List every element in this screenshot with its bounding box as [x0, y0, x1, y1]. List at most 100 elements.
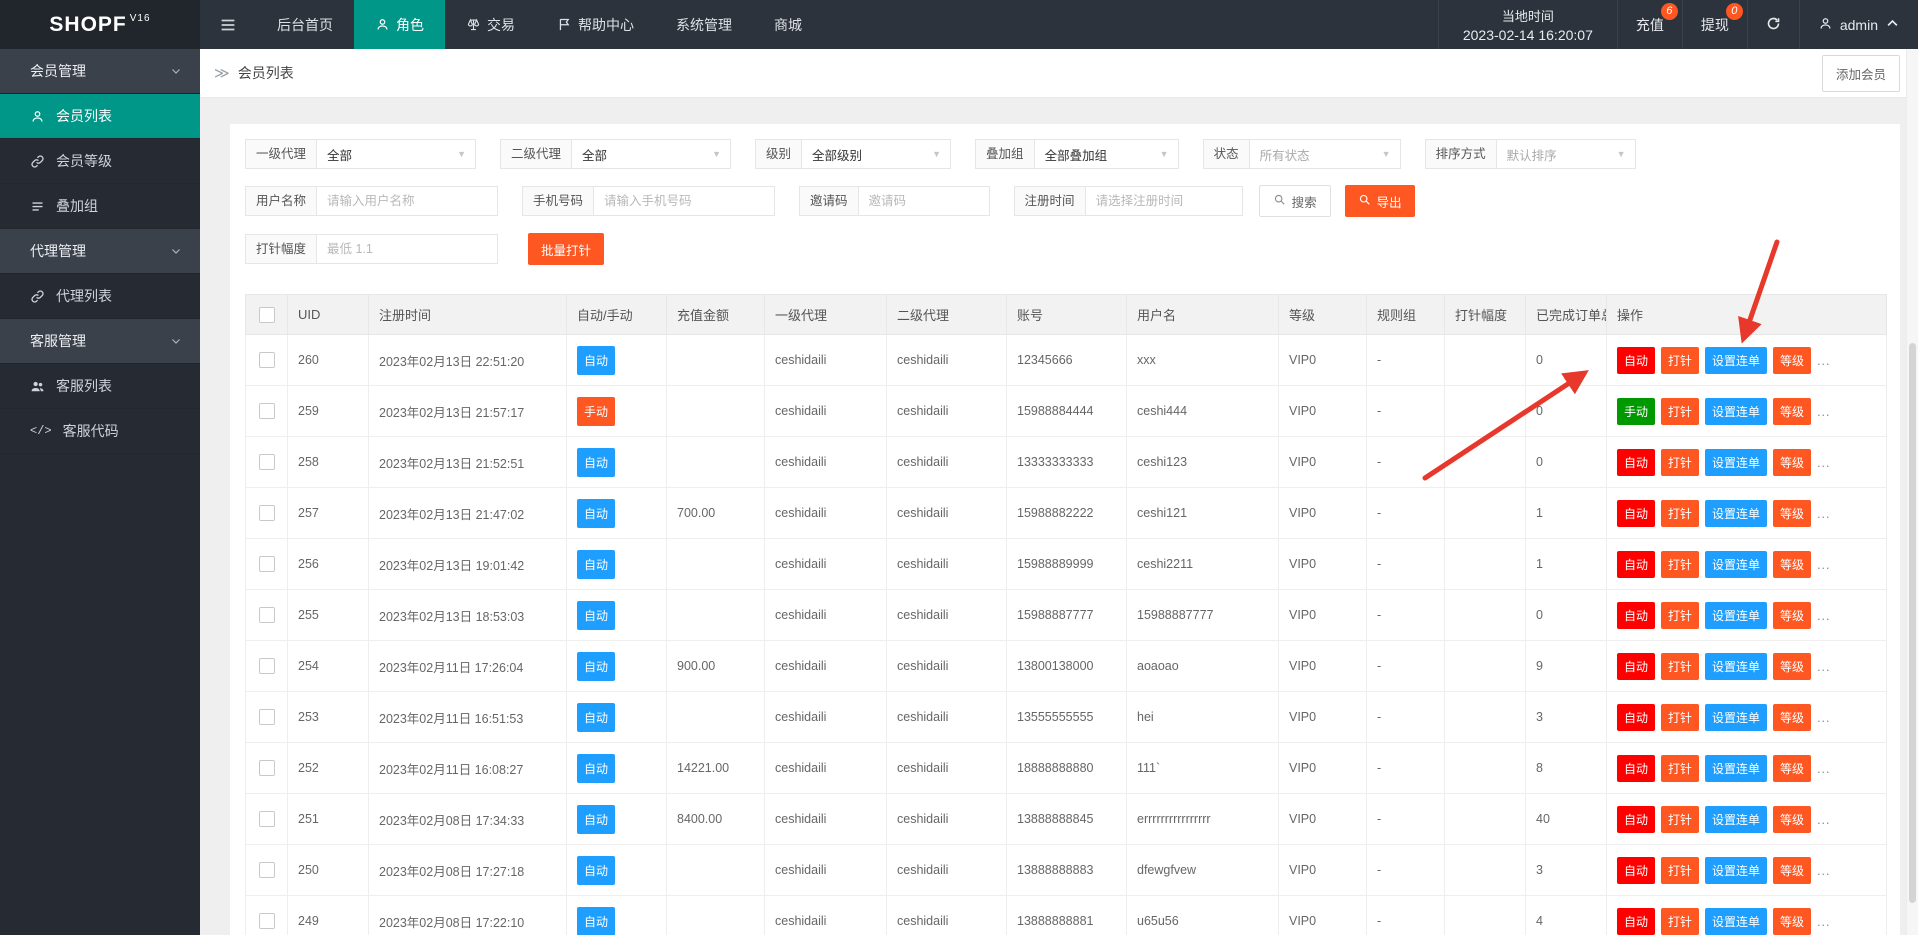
sidebar-item-stack-group[interactable]: 叠加组: [0, 184, 200, 229]
set-chain-order-button[interactable]: 设置连单: [1705, 551, 1767, 578]
status-filter-select[interactable]: 所有状态▼: [1249, 139, 1401, 169]
level-button[interactable]: 等级: [1773, 704, 1811, 731]
set-chain-order-button[interactable]: 设置连单: [1705, 347, 1767, 374]
level-filter-select[interactable]: 全部级别▼: [801, 139, 951, 169]
sidebar-item-agent-list[interactable]: 代理列表: [0, 274, 200, 319]
mode-toggle-button[interactable]: 自动: [1617, 602, 1655, 629]
inject-button[interactable]: 打针: [1661, 551, 1699, 578]
sidebar-item-service-code[interactable]: </>客服代码: [0, 409, 200, 454]
inject-button[interactable]: 打针: [1661, 908, 1699, 935]
window-scrollbar[interactable]: [1906, 49, 1918, 935]
more-actions-button[interactable]: ...: [1817, 405, 1830, 419]
inject-button[interactable]: 打针: [1661, 449, 1699, 476]
level-button[interactable]: 等级: [1773, 500, 1811, 527]
more-actions-button[interactable]: ...: [1817, 507, 1830, 521]
inject-button[interactable]: 打针: [1661, 755, 1699, 782]
invite-code-input[interactable]: [858, 186, 990, 216]
more-actions-button[interactable]: ...: [1817, 813, 1830, 827]
inject-button[interactable]: 打针: [1661, 500, 1699, 527]
sidebar-item-member-list[interactable]: 会员列表: [0, 94, 200, 139]
inject-button[interactable]: 打针: [1661, 653, 1699, 680]
mode-toggle-button[interactable]: 自动: [1617, 755, 1655, 782]
set-chain-order-button[interactable]: 设置连单: [1705, 500, 1767, 527]
row-checkbox[interactable]: [259, 862, 275, 878]
sidebar-item-member-level[interactable]: 会员等级: [0, 139, 200, 184]
level-button[interactable]: 等级: [1773, 602, 1811, 629]
username-input[interactable]: [316, 186, 498, 216]
level-button[interactable]: 等级: [1773, 908, 1811, 935]
mode-toggle-button[interactable]: 自动: [1617, 857, 1655, 884]
row-checkbox[interactable]: [259, 811, 275, 827]
level-button[interactable]: 等级: [1773, 449, 1811, 476]
batch-inject-button[interactable]: 批量打针: [528, 233, 604, 265]
refresh-button[interactable]: [1748, 0, 1800, 49]
menu-toggle-icon[interactable]: [200, 0, 256, 49]
set-chain-order-button[interactable]: 设置连单: [1705, 857, 1767, 884]
level-button[interactable]: 等级: [1773, 806, 1811, 833]
more-actions-button[interactable]: ...: [1817, 762, 1830, 776]
more-actions-button[interactable]: ...: [1817, 864, 1830, 878]
inject-button[interactable]: 打针: [1661, 704, 1699, 731]
more-actions-button[interactable]: ...: [1817, 609, 1830, 623]
withdraw-button[interactable]: 提现 0: [1683, 0, 1748, 49]
mode-toggle-button[interactable]: 自动: [1617, 500, 1655, 527]
sort-filter-select[interactable]: 默认排序▼: [1496, 139, 1636, 169]
search-button[interactable]: 搜索: [1259, 185, 1331, 217]
row-checkbox[interactable]: [259, 454, 275, 470]
inject-range-input[interactable]: [316, 234, 498, 264]
sidebar-group-service-management[interactable]: 客服管理: [0, 319, 200, 364]
inject-button[interactable]: 打针: [1661, 347, 1699, 374]
stack-filter-select[interactable]: 全部叠加组▼: [1034, 139, 1179, 169]
row-checkbox[interactable]: [259, 352, 275, 368]
admin-menu[interactable]: admin: [1800, 0, 1918, 49]
nav-help-center[interactable]: 帮助中心: [536, 0, 655, 49]
more-actions-button[interactable]: ...: [1817, 711, 1830, 725]
row-checkbox[interactable]: [259, 709, 275, 725]
set-chain-order-button[interactable]: 设置连单: [1705, 398, 1767, 425]
level-button[interactable]: 等级: [1773, 347, 1811, 374]
nav-dashboard[interactable]: 后台首页: [256, 0, 354, 49]
inject-button[interactable]: 打针: [1661, 857, 1699, 884]
export-button[interactable]: 导出: [1345, 185, 1415, 217]
row-checkbox[interactable]: [259, 760, 275, 776]
level-button[interactable]: 等级: [1773, 755, 1811, 782]
mode-toggle-button[interactable]: 自动: [1617, 704, 1655, 731]
level-button[interactable]: 等级: [1773, 653, 1811, 680]
sidebar-group-agent-management[interactable]: 代理管理: [0, 229, 200, 274]
inject-button[interactable]: 打针: [1661, 602, 1699, 629]
mode-toggle-button[interactable]: 自动: [1617, 347, 1655, 374]
set-chain-order-button[interactable]: 设置连单: [1705, 602, 1767, 629]
set-chain-order-button[interactable]: 设置连单: [1705, 653, 1767, 680]
more-actions-button[interactable]: ...: [1817, 915, 1830, 929]
mode-toggle-button[interactable]: 自动: [1617, 908, 1655, 935]
row-checkbox[interactable]: [259, 556, 275, 572]
level-button[interactable]: 等级: [1773, 398, 1811, 425]
inject-button[interactable]: 打针: [1661, 806, 1699, 833]
select-all-checkbox[interactable]: [259, 307, 275, 323]
scrollbar-thumb[interactable]: [1909, 343, 1916, 903]
set-chain-order-button[interactable]: 设置连单: [1705, 908, 1767, 935]
more-actions-button[interactable]: ...: [1817, 456, 1830, 470]
row-checkbox[interactable]: [259, 505, 275, 521]
set-chain-order-button[interactable]: 设置连单: [1705, 806, 1767, 833]
mode-toggle-button[interactable]: 自动: [1617, 806, 1655, 833]
more-actions-button[interactable]: ...: [1817, 558, 1830, 572]
row-checkbox[interactable]: [259, 403, 275, 419]
level-button[interactable]: 等级: [1773, 857, 1811, 884]
agent2-filter-select[interactable]: 全部▼: [571, 139, 731, 169]
recharge-button[interactable]: 充值 6: [1618, 0, 1683, 49]
phone-input[interactable]: [593, 186, 775, 216]
add-member-button[interactable]: 添加会员: [1822, 55, 1900, 92]
nav-mall[interactable]: 商城: [753, 0, 823, 49]
nav-trade[interactable]: 交易: [445, 0, 536, 49]
set-chain-order-button[interactable]: 设置连单: [1705, 449, 1767, 476]
row-checkbox[interactable]: [259, 607, 275, 623]
agent1-filter-select[interactable]: 全部▼: [316, 139, 476, 169]
more-actions-button[interactable]: ...: [1817, 354, 1830, 368]
mode-toggle-button[interactable]: 手动: [1617, 398, 1655, 425]
mode-toggle-button[interactable]: 自动: [1617, 551, 1655, 578]
level-button[interactable]: 等级: [1773, 551, 1811, 578]
nav-role[interactable]: 角色: [354, 0, 445, 49]
mode-toggle-button[interactable]: 自动: [1617, 449, 1655, 476]
mode-toggle-button[interactable]: 自动: [1617, 653, 1655, 680]
